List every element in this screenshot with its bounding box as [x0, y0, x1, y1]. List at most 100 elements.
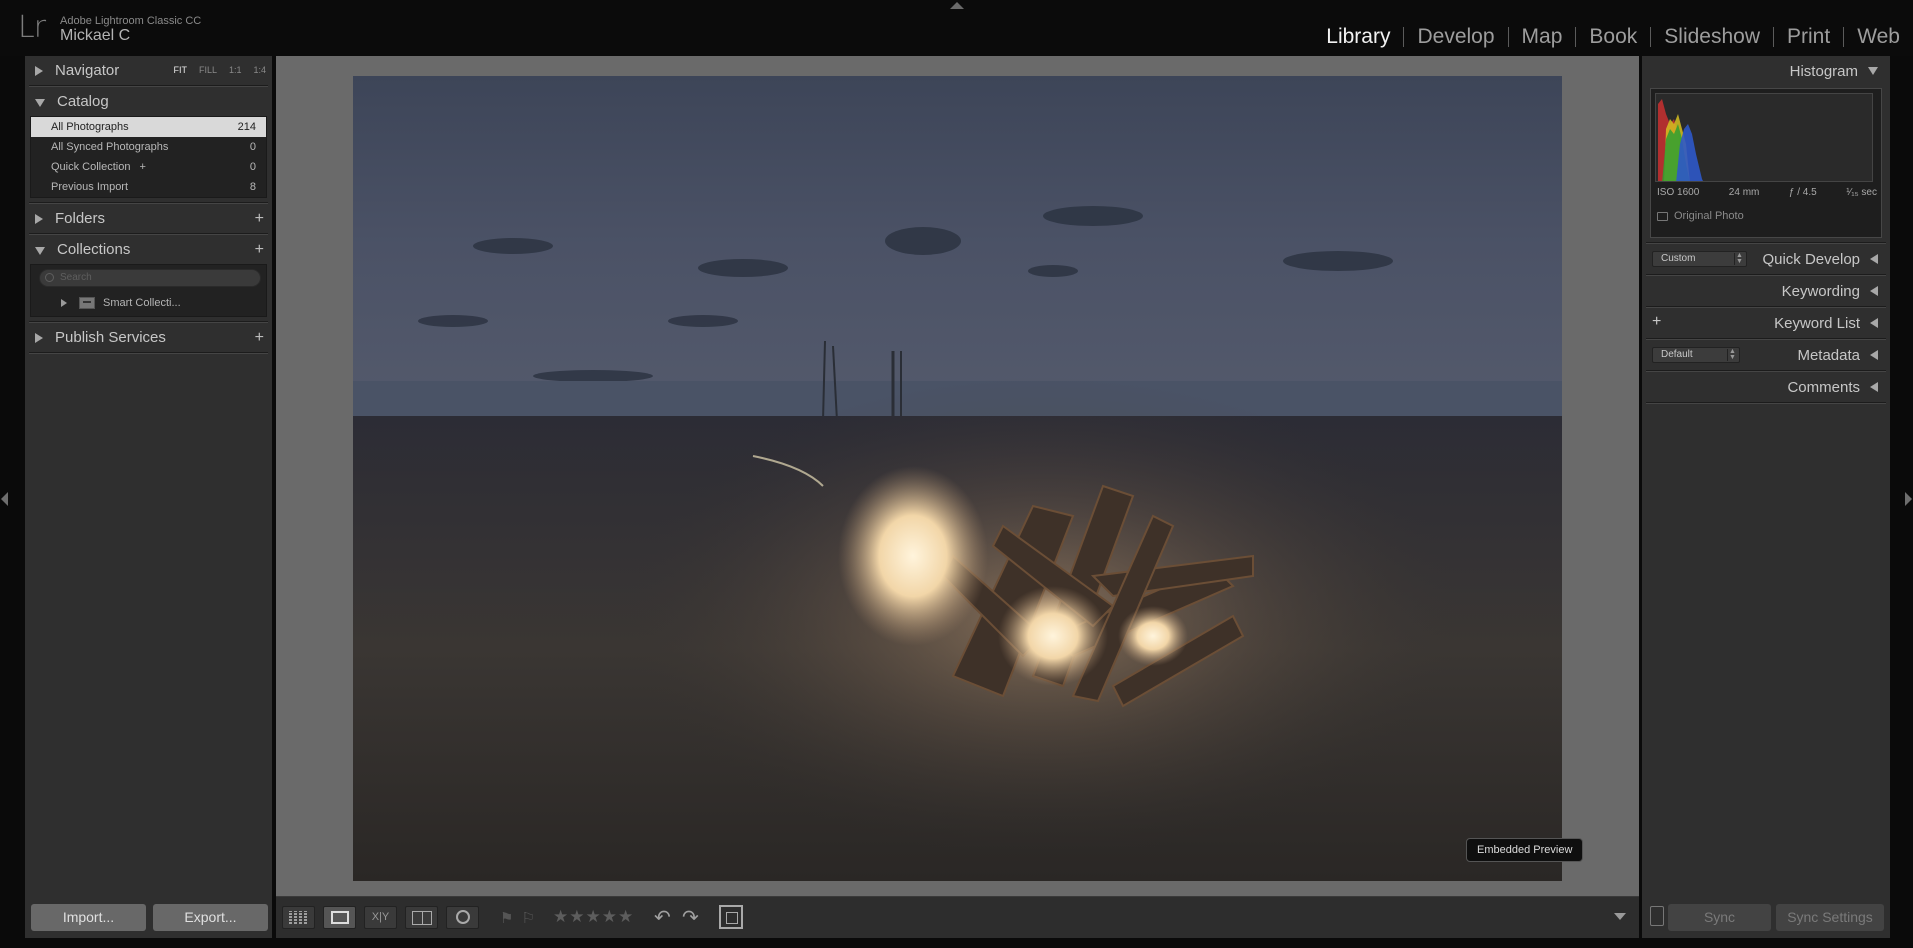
rotate-right-icon[interactable]: ↷ [682, 905, 699, 930]
collapsed-triangle-icon [35, 65, 43, 76]
catalog-item-count: 0 [249, 141, 256, 153]
folders-header[interactable]: Folders + [25, 204, 272, 233]
people-view-button[interactable] [446, 906, 479, 929]
histogram-header[interactable]: Histogram [1642, 56, 1890, 86]
expanded-triangle-icon [35, 246, 45, 255]
smart-collection-set-icon [79, 297, 95, 309]
flag-controls: ⚑ ⚐ [500, 909, 535, 927]
metadata-header[interactable]: Default ▲ ▼ Metadata [1642, 340, 1890, 370]
collection-item-label: Smart Collecti... [103, 297, 181, 309]
navigator-zoom-options: FIT FILL 1:1 1:4 [173, 65, 266, 75]
zoom-1-4[interactable]: 1:4 [253, 65, 266, 75]
collection-item-smart[interactable]: Smart Collecti... [61, 294, 181, 312]
catalog-item-label: Quick Collection [51, 161, 131, 173]
navigator-title: Navigator [55, 62, 120, 79]
module-develop[interactable]: Develop [1404, 25, 1507, 49]
collapsed-triangle-icon [1870, 254, 1878, 264]
quick-develop-header[interactable]: Custom ▲ ▼ Quick Develop [1642, 244, 1890, 274]
collapsed-triangle-icon [1870, 382, 1878, 392]
expanded-triangle-icon [35, 98, 45, 107]
compare-view-button[interactable]: X|Y [364, 906, 397, 929]
module-picker: Library Develop Map Book Slideshow Print… [1313, 24, 1913, 50]
catalog-item-quick-collection[interactable]: Quick Collection + 0 [31, 157, 266, 177]
comments-title: Comments [1787, 378, 1860, 396]
module-library[interactable]: Library [1313, 25, 1403, 49]
original-photo-label: Original Photo [1674, 210, 1744, 222]
main-photo[interactable] [353, 76, 1562, 881]
loupe-view-button[interactable] [323, 906, 356, 929]
collapsed-triangle-icon [1870, 286, 1878, 296]
comments-header[interactable]: Comments [1642, 372, 1890, 402]
aperture-value: ƒ / 4.5 [1788, 187, 1817, 198]
app-name: Adobe Lightroom Classic CC [60, 15, 202, 27]
select-stepper-icon: ▲ ▼ [1734, 252, 1744, 265]
catalog-item-all-photographs[interactable]: All Photographs 214 [31, 117, 266, 137]
module-slideshow[interactable]: Slideshow [1651, 25, 1773, 49]
export-button[interactable]: Export... [153, 904, 268, 931]
exif-info: ISO 1600 24 mm ƒ / 4.5 ¹⁄₁₅ sec [1657, 187, 1877, 198]
star-rating[interactable]: ★★★★★ [553, 907, 634, 927]
catalog-item-label: All Photographs [51, 121, 129, 133]
flag-icon[interactable]: ⚑ [500, 909, 513, 927]
collections-header[interactable]: Collections + [25, 235, 272, 264]
focal-length-value: 24 mm [1728, 187, 1760, 198]
original-photo-toggle[interactable]: Original Photo [1657, 210, 1744, 222]
module-print[interactable]: Print [1774, 25, 1843, 49]
catalog-item-count: 0 [249, 161, 256, 173]
sync-button[interactable]: Sync [1668, 904, 1771, 931]
auto-sync-toggle[interactable] [1650, 906, 1664, 926]
preset-select-value: Custom [1661, 253, 1696, 264]
catalog-item-previous-import[interactable]: Previous Import 8 [31, 177, 266, 197]
module-map[interactable]: Map [1509, 25, 1576, 49]
catalog-title: Catalog [57, 93, 109, 110]
right-panel-toggle-icon[interactable] [1905, 492, 1912, 506]
collections-search-input[interactable]: Search [39, 269, 261, 287]
grid-view-button[interactable] [282, 906, 315, 929]
add-keyword-icon[interactable]: + [1652, 313, 1661, 331]
left-panel-toggle-icon[interactable] [1, 492, 8, 506]
zoom-fill[interactable]: FILL [199, 65, 217, 75]
top-panel-toggle-icon[interactable] [950, 2, 964, 9]
histogram-graph[interactable] [1655, 93, 1873, 182]
zoom-fit[interactable]: FIT [173, 65, 187, 75]
survey-icon [412, 911, 432, 925]
metadata-preset-select[interactable]: Default ▲ ▼ [1652, 347, 1740, 363]
module-book[interactable]: Book [1576, 25, 1650, 49]
select-stepper-icon: ▲ ▼ [1727, 348, 1737, 361]
folders-title: Folders [55, 210, 106, 227]
iso-value: ISO 1600 [1657, 187, 1700, 198]
keyword-list-header[interactable]: + Keyword List [1642, 308, 1890, 338]
rotate-left-icon[interactable]: ↶ [654, 905, 671, 930]
sync-settings-button[interactable]: Sync Settings [1776, 904, 1884, 931]
publish-services-header[interactable]: Publish Services + [25, 323, 272, 352]
histogram-title: Histogram [1789, 62, 1858, 80]
navigator-header[interactable]: Navigator FIT FILL 1:1 1:4 [25, 56, 272, 85]
catalog-item-count: 8 [249, 181, 256, 193]
people-icon [456, 910, 470, 924]
zoom-crop-icon[interactable] [719, 905, 743, 929]
survey-view-button[interactable] [405, 906, 438, 929]
add-folder-icon[interactable]: + [255, 210, 264, 228]
preset-select-value: Default [1661, 349, 1693, 360]
quick-collection-plus: + [139, 161, 146, 173]
panel-divider [29, 352, 268, 354]
zoom-1-1[interactable]: 1:1 [229, 65, 242, 75]
catalog-item-all-synced[interactable]: All Synced Photographs 0 [31, 137, 266, 157]
toolbar-content-menu-icon[interactable] [1614, 913, 1626, 920]
original-photo-checkbox[interactable] [1657, 211, 1668, 221]
add-publish-service-icon[interactable]: + [255, 329, 264, 347]
reject-flag-icon[interactable]: ⚐ [521, 909, 534, 927]
keywording-header[interactable]: Keywording [1642, 276, 1890, 306]
catalog-header[interactable]: Catalog [25, 87, 272, 116]
quick-develop-preset-select[interactable]: Custom ▲ ▼ [1652, 251, 1747, 267]
expanded-triangle-icon [1868, 67, 1878, 75]
import-button[interactable]: Import... [31, 904, 146, 931]
module-web[interactable]: Web [1844, 25, 1913, 49]
collapsed-triangle-icon [1870, 318, 1878, 328]
left-panel-footer: Import... Export... [25, 896, 272, 938]
metadata-title: Metadata [1797, 346, 1860, 364]
right-panel-footer: Sync Sync Settings [1642, 896, 1890, 938]
user-name[interactable]: Mickael C [60, 27, 130, 45]
add-collection-icon[interactable]: + [255, 241, 264, 259]
keyword-list-title: Keyword List [1774, 314, 1860, 332]
